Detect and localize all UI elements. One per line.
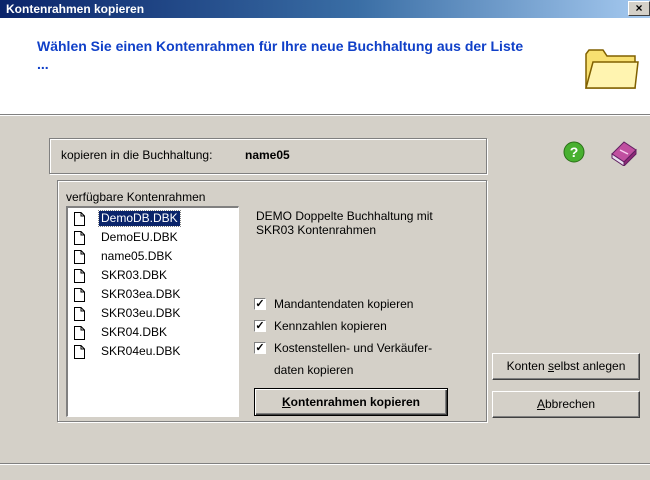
kostenstellen-checkbox-label-line2[interactable]: daten kopieren xyxy=(274,363,353,377)
button-label: Konten xyxy=(506,359,548,373)
list-item-label: name05.DBK xyxy=(101,249,173,263)
file-icon xyxy=(74,231,85,245)
svg-text:?: ? xyxy=(570,144,579,160)
list-item-label: SKR03.DBK xyxy=(101,268,168,282)
file-icon xyxy=(74,345,85,359)
file-icon xyxy=(74,250,85,264)
list-item-label: SKR04.DBK xyxy=(101,325,168,339)
target-label: kopieren in die Buchhaltung: xyxy=(61,148,213,162)
folder-icon xyxy=(585,49,639,89)
close-button[interactable]: × xyxy=(628,1,650,16)
description-line: DEMO Doppelte Buchhaltung mit xyxy=(256,209,433,223)
list-item[interactable]: SKR03.DBK xyxy=(72,267,236,285)
header-separator xyxy=(0,115,650,116)
window-title: Kontenrahmen kopieren xyxy=(6,2,145,16)
kostenstellen-checkbox[interactable]: ✓ xyxy=(254,342,266,354)
mandanten-checkbox-label[interactable]: Mandantendaten kopieren xyxy=(274,297,413,311)
list-item[interactable]: SKR04.DBK xyxy=(72,324,236,342)
button-label: ontenrahmen kopieren xyxy=(290,395,421,409)
close-icon: × xyxy=(635,1,643,15)
target-value: name05 xyxy=(245,148,290,162)
kennzahlen-checkbox[interactable]: ✓ xyxy=(254,320,266,332)
list-item-label: SKR04eu.DBK xyxy=(101,344,181,358)
button-label: elbst anlegen xyxy=(553,359,626,373)
file-icon xyxy=(74,307,85,321)
list-item[interactable]: SKR03eu.DBK xyxy=(72,305,236,323)
list-item[interactable]: DemoEU.DBK xyxy=(72,229,236,247)
kostenstellen-checkbox-label[interactable]: Kostenstellen- und Verkäufer- xyxy=(274,341,432,355)
accelerator-key: K xyxy=(281,395,291,409)
list-item-label: DemoEU.DBK xyxy=(101,230,178,244)
list-item[interactable]: name05.DBK xyxy=(72,248,236,266)
file-icon xyxy=(74,288,85,302)
list-item[interactable]: SKR04eu.DBK xyxy=(72,343,236,361)
mandanten-checkbox[interactable]: ✓ xyxy=(254,298,266,310)
kontenrahmen-listbox[interactable]: DemoDB.DBK DemoEU.DBK name05.DBK SKR03.D… xyxy=(66,206,239,417)
list-caption: verfügbare Kontenrahmen xyxy=(66,190,206,204)
list-item-label: SKR03ea.DBK xyxy=(101,287,181,301)
kontenrahmen-description: DEMO Doppelte Buchhaltung mit SKR03 Kont… xyxy=(256,209,476,237)
konten-selbst-anlegen-button[interactable]: Konten selbst anlegen xyxy=(492,353,640,380)
description-line: SKR03 Kontenrahmen xyxy=(256,223,377,237)
list-item-label: SKR03eu.DBK xyxy=(101,306,181,320)
help-icon[interactable]: ? xyxy=(563,141,585,163)
book-icon[interactable] xyxy=(608,138,638,166)
accelerator-key: A xyxy=(536,397,545,411)
button-label: bbrechen xyxy=(544,397,596,411)
status-bar xyxy=(0,463,650,480)
list-item[interactable]: SKR03ea.DBK xyxy=(72,286,236,304)
kontenrahmen-kopieren-button[interactable]: Kontenrahmen kopieren xyxy=(254,388,448,416)
abbrechen-button[interactable]: Abbrechen xyxy=(492,391,640,418)
file-icon xyxy=(74,212,85,226)
list-item[interactable]: DemoDB.DBK xyxy=(72,210,236,228)
kennzahlen-checkbox-label[interactable]: Kennzahlen kopieren xyxy=(274,319,387,333)
file-icon xyxy=(74,269,85,283)
header-title: Wählen Sie einen Kontenrahmen für Ihre n… xyxy=(37,38,524,72)
file-icon xyxy=(74,326,85,340)
list-item-label: DemoDB.DBK xyxy=(98,210,181,227)
